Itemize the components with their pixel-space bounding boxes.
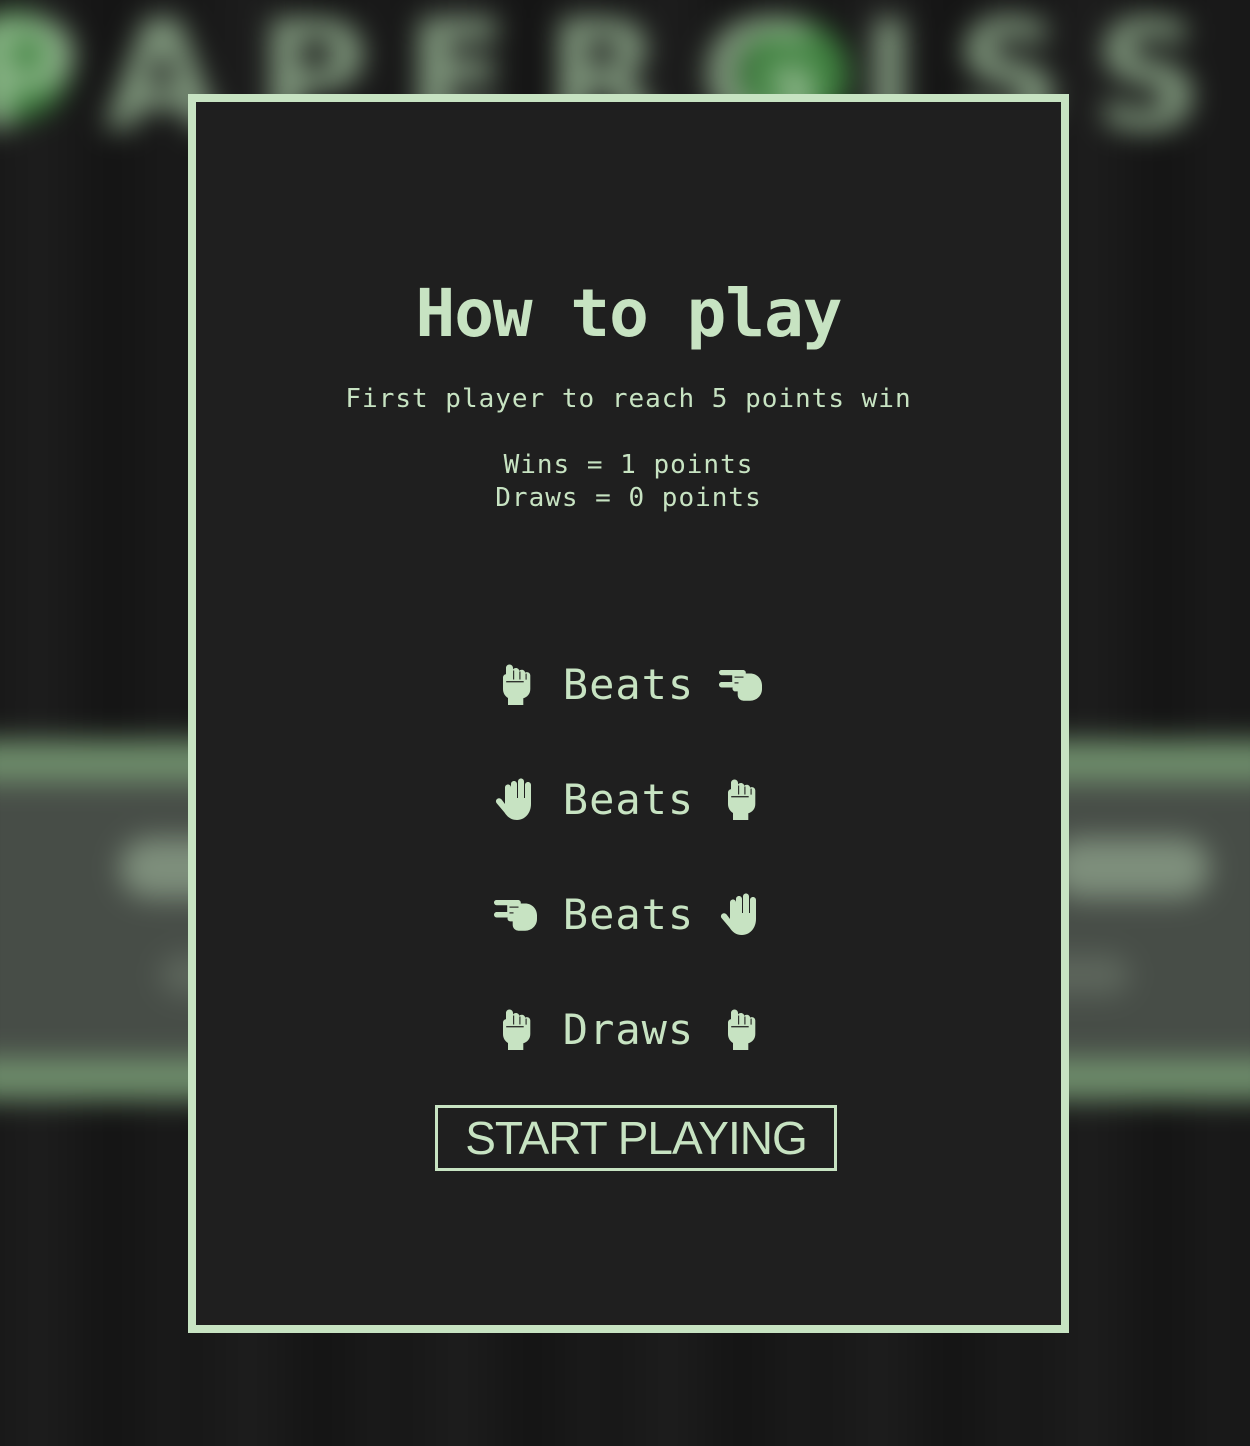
matchup-row: Draws [196, 999, 1061, 1059]
matchup-verb: Beats [562, 889, 695, 939]
how-to-play-modal: How to play First player to reach 5 poin… [188, 94, 1069, 1333]
modal-title: How to play [415, 275, 842, 352]
win-condition-text: First player to reach 5 points win [345, 384, 912, 414]
matchup-verb: Draws [562, 1004, 695, 1054]
start-playing-button[interactable]: START PLAYING [435, 1105, 837, 1171]
rock-icon [491, 659, 541, 709]
scissors-icon [491, 889, 541, 939]
draws-rule: Draws = 0 points [495, 483, 762, 513]
wins-rule: Wins = 1 points [503, 450, 754, 480]
matchup-verb: Beats [562, 659, 695, 709]
matchup-row: Beats [196, 884, 1061, 944]
points-rules: Wins = 1 points Draws = 0 points [196, 449, 1061, 515]
matchup-row: Beats [196, 769, 1061, 829]
paper-icon [491, 774, 541, 824]
rock-icon [716, 1004, 766, 1054]
paper-icon [716, 889, 766, 939]
background-pill [1050, 838, 1210, 898]
scissors-icon [716, 659, 766, 709]
rock-icon [716, 774, 766, 824]
matchup-row: Beats [196, 654, 1061, 714]
rock-icon [491, 1004, 541, 1054]
matchup-verb: Beats [562, 774, 695, 824]
